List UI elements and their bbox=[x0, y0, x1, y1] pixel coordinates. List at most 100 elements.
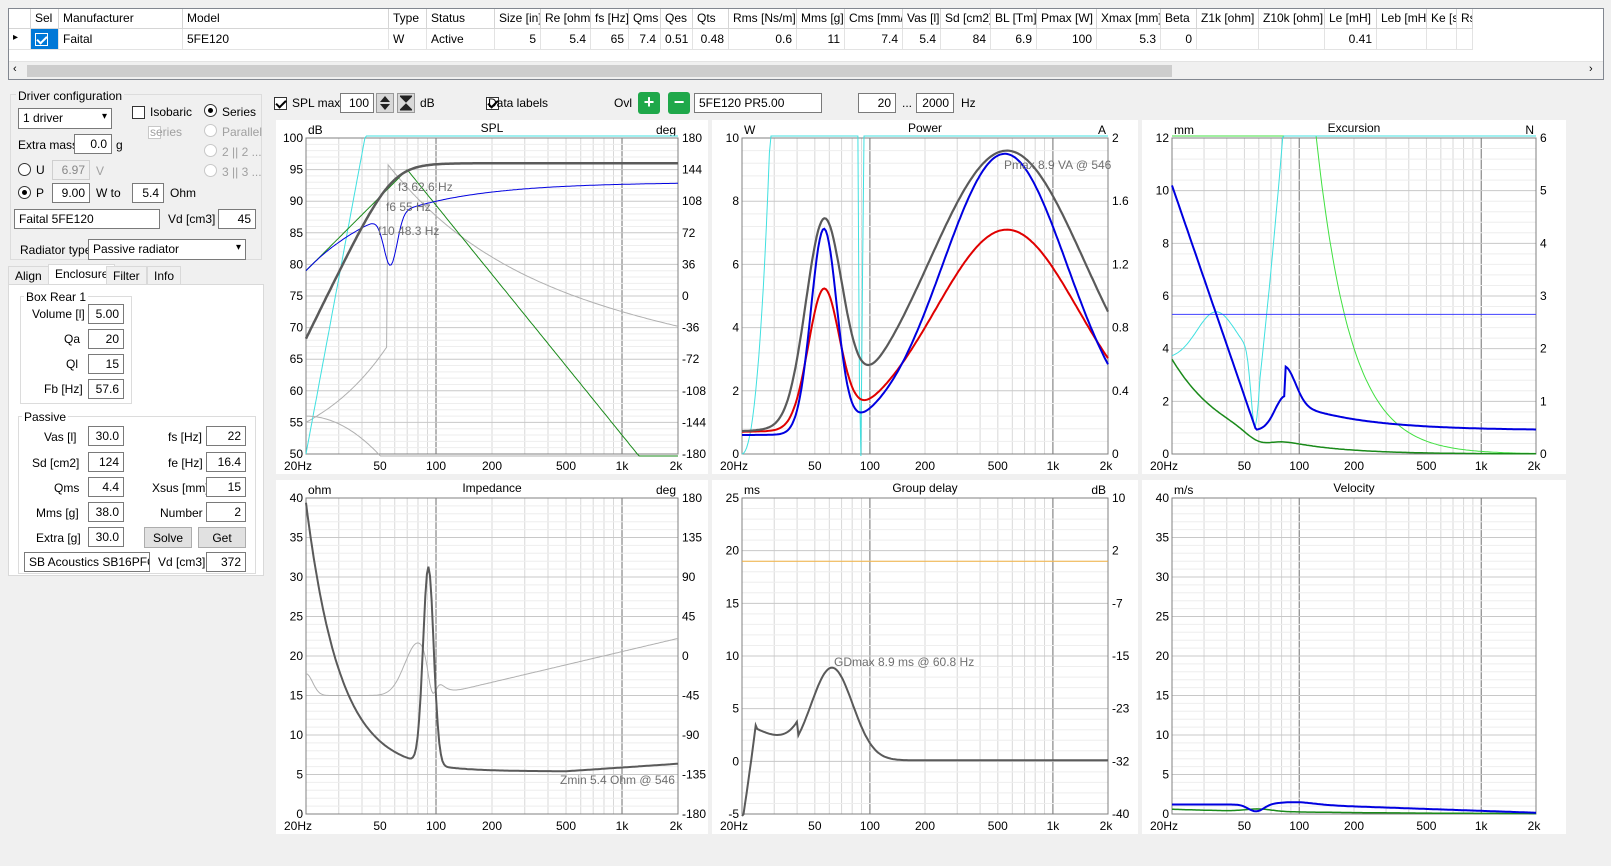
series-radio[interactable] bbox=[204, 104, 217, 117]
driver-name-field[interactable]: Faital 5FE120 bbox=[14, 209, 160, 229]
column-header[interactable]: Pmax [W] bbox=[1037, 9, 1097, 29]
column-header[interactable]: Le [mH] bbox=[1325, 9, 1377, 29]
tab-info[interactable]: Info bbox=[147, 266, 182, 284]
table-cell[interactable]: 5.4 bbox=[903, 29, 941, 50]
parallel-radio[interactable] bbox=[204, 124, 217, 137]
column-header[interactable]: Z10k [ohm] bbox=[1259, 9, 1325, 29]
column-header[interactable]: Ke [sH] bbox=[1427, 9, 1457, 29]
pfs-input[interactable]: 22 bbox=[206, 426, 246, 446]
table-cell[interactable]: Active bbox=[427, 29, 495, 50]
column-header[interactable]: Qms bbox=[629, 9, 661, 29]
row-selector-icon[interactable]: ▸ bbox=[9, 29, 31, 50]
passive-name-field[interactable]: SB Acoustics SB16PFCR- bbox=[24, 552, 150, 572]
pextra-input[interactable]: 30.0 bbox=[88, 527, 124, 547]
row-select-checkbox[interactable] bbox=[31, 29, 59, 50]
column-header[interactable]: fs [Hz] bbox=[591, 9, 629, 29]
table-cell[interactable]: 6.9 bbox=[991, 29, 1037, 50]
column-header[interactable]: Z1k [ohm] bbox=[1197, 9, 1259, 29]
drivers-select[interactable]: 1 driver ▾ bbox=[18, 108, 112, 129]
column-header[interactable]: Qes bbox=[661, 9, 693, 29]
column-header[interactable]: Cms [mm/N] bbox=[845, 9, 903, 29]
table-cell[interactable]: 100 bbox=[1037, 29, 1097, 50]
spl-max-input[interactable]: 100 bbox=[340, 93, 374, 113]
column-header[interactable]: Leb [mH] bbox=[1377, 9, 1427, 29]
qa-input[interactable]: 20 bbox=[88, 329, 124, 349]
column-header[interactable]: Manufacturer bbox=[59, 9, 183, 29]
scroll-thumb[interactable] bbox=[27, 65, 1172, 77]
table-cell[interactable]: 0.51 bbox=[661, 29, 693, 50]
ohm-input[interactable]: 5.4 bbox=[132, 183, 164, 203]
ql-input[interactable]: 15 bbox=[88, 354, 124, 374]
spl-auto-icon[interactable] bbox=[397, 93, 415, 113]
tab-filter[interactable]: Filter bbox=[106, 266, 147, 284]
tab-align[interactable]: Align bbox=[8, 266, 49, 284]
driver-config-title: Driver configuration bbox=[16, 89, 125, 103]
p-radio[interactable] bbox=[18, 186, 31, 199]
remove-overlay-icon[interactable]: − bbox=[668, 92, 690, 114]
psd-input[interactable]: 124 bbox=[88, 452, 124, 472]
table-cell[interactable]: 7.4 bbox=[629, 29, 661, 50]
add-overlay-icon[interactable]: + bbox=[638, 92, 660, 114]
column-header[interactable]: Status bbox=[427, 9, 495, 29]
table-cell[interactable] bbox=[1427, 29, 1457, 50]
column-header[interactable]: Vas [l] bbox=[903, 9, 941, 29]
column-header[interactable]: Rs bbox=[1457, 9, 1473, 29]
pvas-input[interactable]: 30.0 bbox=[88, 426, 124, 446]
column-header[interactable]: Type bbox=[389, 9, 427, 29]
xsus-input[interactable]: 15 bbox=[206, 477, 246, 497]
column-header[interactable]: Mms [g] bbox=[797, 9, 845, 29]
solve-button[interactable]: Solve bbox=[144, 527, 192, 548]
freq-max-input[interactable]: 2000 bbox=[916, 93, 954, 113]
column-header[interactable]: Qts bbox=[693, 9, 729, 29]
volume-input[interactable]: 5.00 bbox=[88, 304, 124, 324]
number-input[interactable]: 2 bbox=[206, 502, 246, 522]
column-header[interactable]: Size [in] bbox=[495, 9, 541, 29]
y-tick-left: 85 bbox=[290, 226, 304, 240]
table-cell[interactable] bbox=[1197, 29, 1259, 50]
scroll-left-icon[interactable]: ‹ bbox=[13, 63, 17, 75]
column-header[interactable]: Model bbox=[183, 9, 389, 29]
table-cell[interactable]: 0.6 bbox=[729, 29, 797, 50]
table-cell[interactable]: Faital bbox=[59, 29, 183, 50]
pqms-input[interactable]: 4.4 bbox=[88, 477, 124, 497]
p-input[interactable]: 9.00 bbox=[52, 183, 90, 203]
column-header[interactable]: Xmax [mm] bbox=[1097, 9, 1161, 29]
u-radio[interactable] bbox=[18, 163, 31, 176]
isobaric-checkbox[interactable] bbox=[132, 106, 145, 120]
table-cell[interactable] bbox=[1259, 29, 1325, 50]
table-cell[interactable]: 5.3 bbox=[1097, 29, 1161, 50]
overlay-name-input[interactable]: 5FE120 PR5.00 bbox=[694, 93, 822, 113]
table-cell[interactable]: 0.48 bbox=[693, 29, 729, 50]
table-cell[interactable]: 11 bbox=[797, 29, 845, 50]
column-header[interactable]: BL [Tm] bbox=[991, 9, 1037, 29]
column-header[interactable]: Beta bbox=[1161, 9, 1197, 29]
fb-input[interactable]: 57.6 bbox=[88, 379, 124, 399]
table-cell[interactable]: 5 bbox=[495, 29, 541, 50]
column-header[interactable]: Rms [Ns/m] bbox=[729, 9, 797, 29]
table-cell[interactable]: 0.41 bbox=[1325, 29, 1377, 50]
column-header[interactable]: Sd [cm2] bbox=[941, 9, 991, 29]
table-cell[interactable] bbox=[1377, 29, 1427, 50]
table-cell[interactable]: 84 bbox=[941, 29, 991, 50]
scroll-right-icon[interactable]: › bbox=[1589, 63, 1593, 75]
freq-min-input[interactable]: 20 bbox=[858, 93, 896, 113]
horizontal-scrollbar[interactable]: ‹ › bbox=[9, 61, 1603, 79]
table-cell[interactable]: W bbox=[389, 29, 427, 50]
get-button[interactable]: Get bbox=[198, 527, 246, 548]
extra-mass-input[interactable]: 0.0 bbox=[74, 134, 112, 154]
column-header[interactable]: Re [ohm] bbox=[541, 9, 591, 29]
opt-3-radio[interactable] bbox=[204, 164, 217, 177]
table-cell[interactable]: 7.4 bbox=[845, 29, 903, 50]
spl-up-down-icon[interactable] bbox=[376, 93, 394, 113]
table-cell[interactable] bbox=[1457, 29, 1473, 50]
table-cell[interactable]: 5.4 bbox=[541, 29, 591, 50]
opt-2-radio[interactable] bbox=[204, 144, 217, 157]
radiator-type-select[interactable]: Passive radiator ▾ bbox=[88, 239, 246, 260]
spl-max-checkbox[interactable] bbox=[274, 97, 287, 111]
pmms-input[interactable]: 38.0 bbox=[88, 502, 124, 522]
table-cell[interactable]: 5FE120 bbox=[183, 29, 389, 50]
table-cell[interactable]: 0 bbox=[1161, 29, 1197, 50]
column-header[interactable]: Sel bbox=[31, 9, 59, 29]
u-input[interactable]: 6.97 bbox=[52, 160, 90, 180]
table-cell[interactable]: 65 bbox=[591, 29, 629, 50]
